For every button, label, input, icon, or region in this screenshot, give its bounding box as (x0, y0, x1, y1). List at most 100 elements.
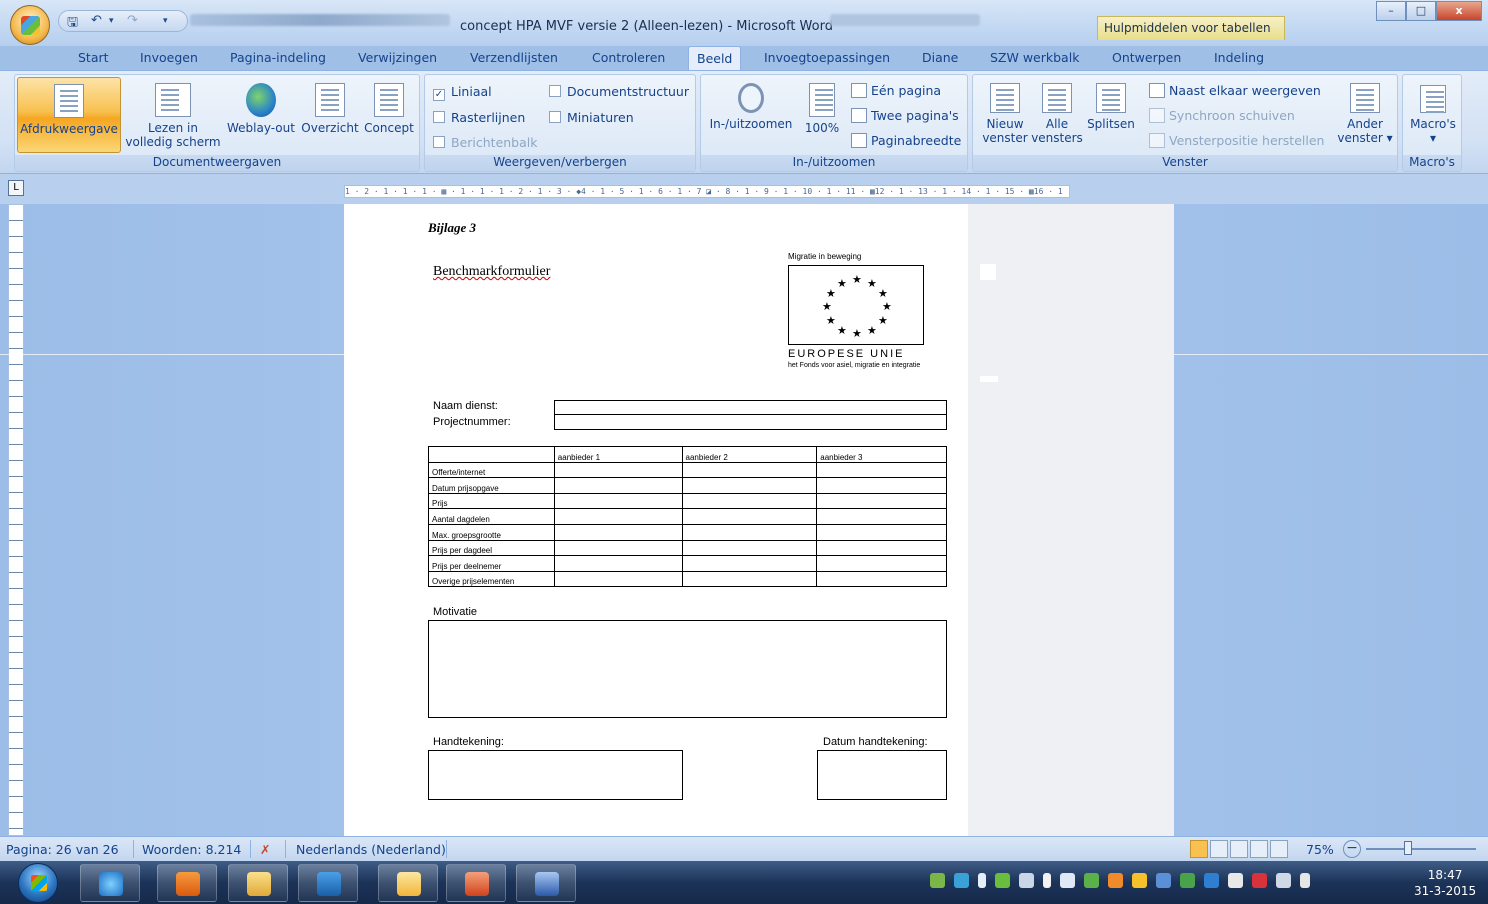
nieuw-venster-button[interactable]: Nieuw venster (977, 83, 1033, 145)
tab-szw-werkbalk[interactable]: SZW werkbalk (990, 50, 1079, 65)
row-label[interactable]: Prijs per deelnemer (428, 555, 555, 572)
full-screen-view-icon[interactable] (1210, 840, 1228, 858)
close-button[interactable]: x (1436, 1, 1482, 21)
table-cell[interactable] (681, 523, 818, 541)
lezen-volledig-scherm-button[interactable]: Lezen in volledig scherm (123, 83, 223, 149)
ander-venster-button[interactable]: Ander venster ▾ (1335, 83, 1395, 145)
datum-handtekening-box[interactable] (817, 750, 947, 800)
table-cell[interactable] (681, 570, 818, 588)
tab-verwijzingen[interactable]: Verwijzingen (358, 50, 437, 65)
tab-selector[interactable]: L (8, 180, 24, 196)
start-button[interactable] (18, 863, 58, 903)
overzicht-button[interactable]: Overzicht (299, 83, 361, 135)
tab-beeld[interactable]: Beeld (688, 46, 742, 72)
table-cell[interactable] (553, 523, 683, 541)
een-pagina-button[interactable]: Eén pagina (851, 83, 941, 98)
tab-diane[interactable]: Diane (922, 50, 958, 65)
paginabreedte-button[interactable]: Paginabreedte (851, 133, 961, 148)
table-cell[interactable] (681, 508, 818, 525)
table-cell[interactable] (553, 539, 683, 557)
rasterlijnen-checkbox[interactable]: Rasterlijnen (433, 110, 525, 125)
table-cell[interactable] (816, 461, 947, 479)
tray-icon-13[interactable] (1204, 873, 1219, 888)
taskbar-explorer[interactable] (228, 864, 288, 902)
projectnummer-field[interactable] (554, 414, 947, 430)
volume-icon[interactable] (1300, 873, 1310, 888)
motivatie-box[interactable] (428, 620, 947, 718)
zoom-button[interactable]: In-/uitzoomen (705, 83, 797, 131)
speaker-icon[interactable] (1043, 873, 1051, 888)
table-cell[interactable] (553, 477, 683, 494)
office-button[interactable] (10, 5, 50, 45)
documentstructuur-checkbox[interactable]: Documentstructuur (549, 84, 689, 99)
liniaal-checkbox[interactable]: ✓ Liniaal (433, 84, 492, 101)
alle-vensters-button[interactable]: Alle vensters (1029, 83, 1085, 145)
table-cell[interactable] (816, 508, 947, 525)
bluetooth-icon[interactable] (978, 873, 986, 888)
table-cell[interactable] (681, 492, 818, 510)
tray-icon-9[interactable] (1108, 873, 1123, 888)
taskbar-word[interactable] (516, 864, 576, 902)
weblay-out-button[interactable]: Weblay-out (221, 83, 301, 135)
table-cell[interactable] (816, 477, 947, 494)
macros-button[interactable]: Macro's ▾ (1405, 85, 1461, 145)
table-cell[interactable] (681, 477, 818, 494)
miniaturen-checkbox[interactable]: Miniaturen (549, 110, 634, 125)
splitsen-button[interactable]: Splitsen (1083, 83, 1139, 131)
table-cell[interactable] (553, 508, 683, 525)
table-cell[interactable] (816, 555, 947, 572)
tray-icon-7[interactable] (1060, 873, 1075, 888)
table-header-cell[interactable] (428, 446, 555, 463)
taskbar-internet-explorer[interactable] (80, 864, 140, 902)
table-header-cell[interactable]: aanbieder 3 (816, 446, 947, 463)
table-cell[interactable] (681, 539, 818, 557)
proofing-icon[interactable]: ✗ (260, 842, 270, 857)
undo-dropdown-icon[interactable]: ▾ (109, 16, 114, 26)
word-count[interactable]: Woorden: 8.214 (142, 842, 241, 857)
tab-controleren[interactable]: Controleren (592, 50, 665, 65)
customize-qat-icon[interactable]: ▾ (163, 16, 168, 26)
tab-pagina-indeling[interactable]: Pagina-indeling (230, 50, 326, 65)
concept-button[interactable]: Concept (361, 83, 417, 135)
tray-icon-2[interactable] (954, 873, 969, 888)
zoom-level[interactable]: 75% (1306, 842, 1334, 857)
handtekening-box[interactable] (428, 750, 683, 800)
table-cell[interactable] (816, 570, 947, 588)
vertical-ruler[interactable] (8, 204, 24, 836)
tray-icon-15[interactable] (1252, 873, 1267, 888)
web-layout-view-icon[interactable] (1230, 840, 1248, 858)
print-layout-view-icon[interactable] (1190, 840, 1208, 858)
table-cell[interactable] (681, 461, 818, 479)
tray-icon-1[interactable] (930, 873, 945, 888)
table-cell[interactable] (553, 492, 683, 510)
table-cell[interactable] (816, 492, 947, 510)
tab-invoegen[interactable]: Invoegen (140, 50, 198, 65)
table-cell[interactable] (553, 555, 683, 572)
table-cell[interactable] (816, 523, 947, 541)
outline-view-icon[interactable] (1250, 840, 1268, 858)
tab-ontwerpen[interactable]: Ontwerpen (1112, 50, 1181, 65)
table-cell[interactable] (816, 539, 947, 557)
undo-icon[interactable]: ↶ (91, 13, 102, 28)
tab-start[interactable]: Start (78, 50, 109, 65)
document-page[interactable]: Bijlage 3 Benchmarkformulier Migratie in… (344, 204, 1174, 836)
table-header-cell[interactable]: aanbieder 1 (553, 446, 683, 463)
twee-paginas-button[interactable]: Twee pagina's (851, 108, 959, 123)
language-indicator[interactable]: Nederlands (Nederland) (296, 842, 446, 857)
zoom-slider[interactable] (1366, 848, 1476, 850)
save-icon[interactable]: 🖫 (67, 13, 78, 35)
tab-indeling[interactable]: Indeling (1214, 50, 1264, 65)
tab-invoegtoepassingen[interactable]: Invoegtoepassingen (764, 50, 890, 65)
row-label[interactable]: Aantal dagdelen (428, 508, 555, 525)
zoom-100-button[interactable]: 100% (801, 83, 843, 135)
maximize-button[interactable]: □ (1406, 1, 1436, 21)
tray-icon-12[interactable] (1180, 873, 1195, 888)
taskbar-lync[interactable] (298, 864, 358, 902)
taskbar-media-player[interactable] (157, 864, 217, 902)
row-label[interactable]: Datum prijsopgave (428, 477, 555, 494)
table-header-cell[interactable]: aanbieder 2 (681, 446, 818, 463)
minimize-button[interactable]: – (1376, 1, 1406, 21)
tray-icon-11[interactable] (1156, 873, 1171, 888)
naast-elkaar-button[interactable]: Naast elkaar weergeven (1149, 83, 1321, 98)
table-cell[interactable] (553, 570, 683, 588)
